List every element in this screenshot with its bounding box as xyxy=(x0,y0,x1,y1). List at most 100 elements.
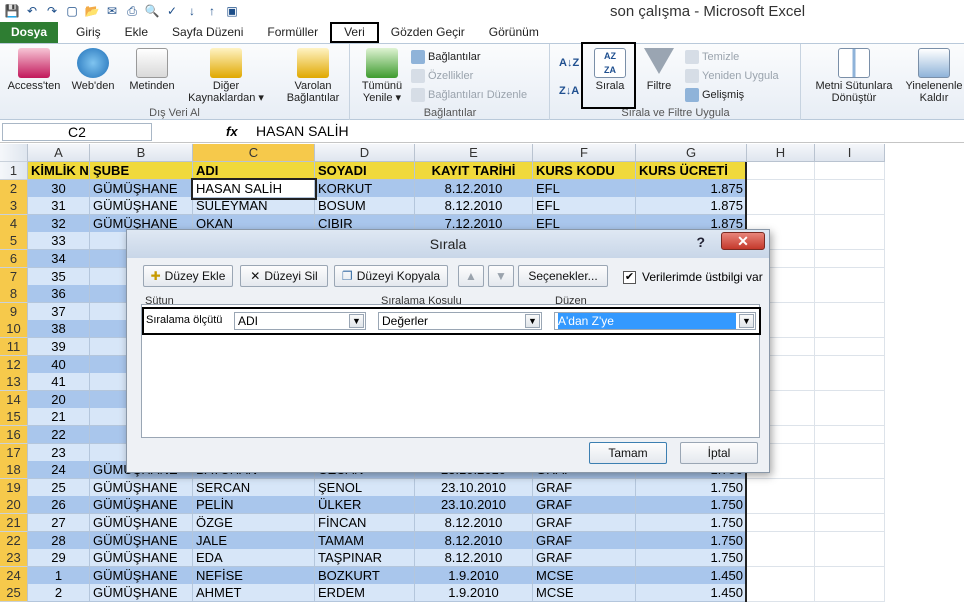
table-cell[interactable]: EFL xyxy=(533,179,636,198)
from-web-button[interactable]: Web'den xyxy=(66,48,120,92)
add-level-button[interactable]: ✚ Düzey Ekle xyxy=(143,265,233,287)
row-header[interactable]: 11 xyxy=(0,338,28,356)
table-cell[interactable]: 1.450 xyxy=(636,566,747,585)
table-cell[interactable]: 36 xyxy=(28,285,90,304)
table-cell[interactable]: 29 xyxy=(28,549,90,568)
name-box[interactable]: C2 xyxy=(2,123,152,141)
filter-button[interactable]: Filtre xyxy=(639,48,679,92)
open-icon[interactable]: 📂 xyxy=(84,3,100,19)
table-cell[interactable]: 1.450 xyxy=(636,584,747,603)
save-icon[interactable]: 💾 xyxy=(4,3,20,19)
table-cell[interactable]: KORKUT xyxy=(315,179,415,198)
row-header[interactable]: 16 xyxy=(0,426,28,444)
row-header[interactable]: 14 xyxy=(0,390,28,409)
table-cell[interactable] xyxy=(815,478,885,497)
table-cell[interactable] xyxy=(815,566,885,585)
table-cell[interactable]: BOSUM xyxy=(315,197,415,216)
table-cell[interactable]: GÜMÜŞHANE xyxy=(90,531,193,550)
table-cell[interactable]: 8.12.2010 xyxy=(415,549,533,568)
formula-input[interactable]: HASAN SALİH xyxy=(256,123,349,139)
table-cell[interactable]: SÜLEYMAN xyxy=(193,197,315,216)
table-cell[interactable]: 41 xyxy=(28,373,90,392)
header-cell[interactable]: KURS KODU xyxy=(533,162,636,180)
table-cell[interactable]: 28 xyxy=(28,531,90,550)
tab-data[interactable]: Veri xyxy=(330,22,379,43)
header-checkbox[interactable]: ✔ xyxy=(623,271,636,284)
preview-icon[interactable]: 🔍 xyxy=(144,3,160,19)
from-access-button[interactable]: Access'ten xyxy=(6,48,62,92)
table-cell[interactable] xyxy=(815,355,885,374)
table-cell[interactable] xyxy=(815,408,885,427)
table-cell[interactable]: 1.875 xyxy=(636,197,747,216)
table-cell[interactable] xyxy=(815,250,885,268)
column-header[interactable]: D xyxy=(315,144,415,162)
table-cell[interactable]: GÜMÜŞHANE xyxy=(90,478,193,497)
spelling-icon[interactable]: ✓ xyxy=(164,3,180,19)
column-header[interactable]: C xyxy=(193,144,315,162)
header-cell[interactable] xyxy=(815,162,885,180)
row-header[interactable]: 21 xyxy=(0,514,28,532)
tab-insert[interactable]: Ekle xyxy=(113,22,160,43)
sort-desc-icon[interactable]: ↑ xyxy=(204,3,220,19)
table-cell[interactable]: 39 xyxy=(28,338,90,356)
function-icon[interactable]: fx xyxy=(226,124,238,139)
table-cell[interactable]: 37 xyxy=(28,302,90,321)
row-header[interactable]: 6 xyxy=(0,250,28,268)
table-cell[interactable]: 1.750 xyxy=(636,549,747,568)
properties-button[interactable]: Özellikler xyxy=(411,67,473,85)
table-cell[interactable]: GRAF xyxy=(533,496,636,515)
refresh-all-button[interactable]: Tümünü Yenile ▾ xyxy=(357,48,407,104)
row-header[interactable]: 25 xyxy=(0,584,28,603)
remove-duplicates-button[interactable]: Yinelenenle Kaldır xyxy=(904,48,964,104)
table-cell[interactable]: 23.10.2010 xyxy=(415,478,533,497)
row-header[interactable]: 24 xyxy=(0,566,28,585)
from-text-button[interactable]: Metinden xyxy=(124,48,180,92)
table-cell[interactable]: NEFİSE xyxy=(193,566,315,585)
row-header[interactable]: 1 xyxy=(0,162,28,180)
table-cell[interactable]: GRAF xyxy=(533,531,636,550)
column-header[interactable]: G xyxy=(636,144,747,162)
row-header[interactable]: 23 xyxy=(0,549,28,568)
table-cell[interactable]: GRAF xyxy=(533,549,636,568)
row-header[interactable]: 7 xyxy=(0,267,28,286)
table-cell[interactable] xyxy=(815,214,885,233)
options-button[interactable]: Seçenekler... xyxy=(518,265,608,287)
table-cell[interactable] xyxy=(815,267,885,286)
row-header[interactable]: 5 xyxy=(0,232,28,251)
table-cell[interactable]: 1.750 xyxy=(636,496,747,515)
table-cell[interactable]: JALE xyxy=(193,531,315,550)
delete-level-button[interactable]: ✕ Düzeyi Sil xyxy=(240,265,328,287)
table-cell[interactable] xyxy=(747,496,815,515)
row-header[interactable]: 8 xyxy=(0,285,28,304)
table-cell[interactable]: TAMAM xyxy=(315,531,415,550)
table-cell[interactable]: 23 xyxy=(28,443,90,462)
table-cell[interactable]: AHMET xyxy=(193,584,315,603)
table-cell[interactable]: 25 xyxy=(28,478,90,497)
text-to-columns-button[interactable]: Metni Sütunlara Dönüştür xyxy=(806,48,902,104)
table-cell[interactable] xyxy=(815,496,885,515)
table-cell[interactable]: ÜLKER xyxy=(315,496,415,515)
column-header[interactable]: H xyxy=(747,144,815,162)
table-cell[interactable] xyxy=(815,197,885,216)
table-cell[interactable] xyxy=(815,320,885,339)
tab-file[interactable]: Dosya xyxy=(0,22,58,43)
table-cell[interactable]: 31 xyxy=(28,197,90,216)
table-cell[interactable]: SERCAN xyxy=(193,478,315,497)
table-cell[interactable] xyxy=(747,179,815,198)
table-cell[interactable]: 1.9.2010 xyxy=(415,584,533,603)
clear-button[interactable]: Temizle xyxy=(685,48,739,66)
active-cell[interactable]: HASAN SALİH xyxy=(191,177,317,200)
row-header[interactable]: 20 xyxy=(0,496,28,515)
table-cell[interactable] xyxy=(815,514,885,532)
table-cell[interactable] xyxy=(747,566,815,585)
table-cell[interactable]: GÜMÜŞHANE xyxy=(90,549,193,568)
header-cell[interactable]: KURS ÜCRETİ xyxy=(636,162,747,180)
row-header[interactable]: 9 xyxy=(0,302,28,321)
table-cell[interactable]: GRAF xyxy=(533,514,636,532)
table-cell[interactable] xyxy=(747,197,815,216)
header-cell[interactable] xyxy=(747,162,815,180)
tab-home[interactable]: Giriş xyxy=(64,22,113,43)
table-cell[interactable]: 33 xyxy=(28,232,90,251)
existing-connections-button[interactable]: Varolan Bağlantılar xyxy=(278,48,348,104)
table-cell[interactable]: 22 xyxy=(28,426,90,444)
